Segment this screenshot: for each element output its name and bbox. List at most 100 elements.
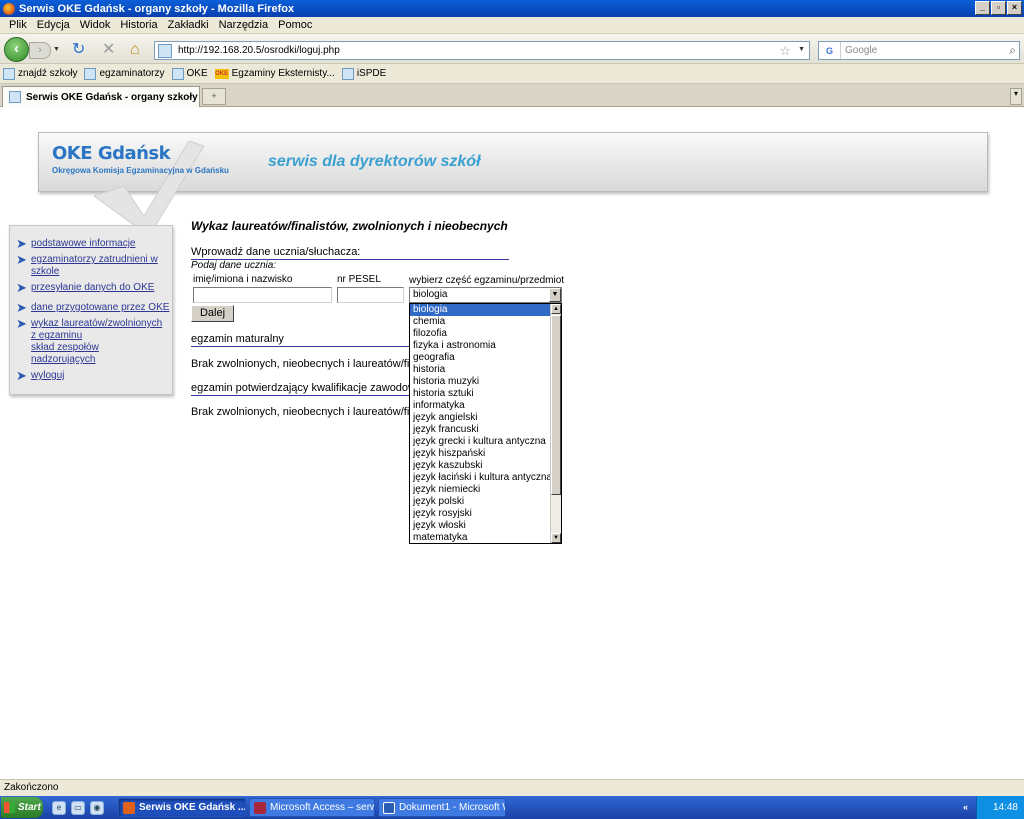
url-dropdown-icon[interactable]: ▼ xyxy=(798,46,805,53)
dropdown-option[interactable]: biologia xyxy=(410,304,551,316)
menu-narzedzia[interactable]: Narzędzia xyxy=(214,19,274,31)
part-label: wybierz część egzaminu/przedmiot xyxy=(409,275,565,286)
task-label: Microsoft Access – serwis... xyxy=(270,802,374,813)
name-label: imię/imiona i nazwisko xyxy=(193,274,293,285)
menu-plik[interactable]: Plik xyxy=(4,19,32,31)
back-arrow-icon: ‹ xyxy=(14,40,19,57)
selected-value: biologia xyxy=(413,289,448,300)
ie-icon[interactable]: e xyxy=(52,800,66,815)
dalej-button[interactable]: Dalej xyxy=(191,305,234,322)
minimize-button[interactable]: _ xyxy=(975,1,990,15)
dropdown-option[interactable]: język rosyjski xyxy=(410,508,551,520)
arrow-icon: ➤ xyxy=(16,252,27,267)
system-tray: 14:48 xyxy=(976,796,1024,819)
forward-button[interactable]: › xyxy=(29,42,51,59)
tab-serwis-oke[interactable]: Serwis OKE Gdańsk - organy szkoły xyxy=(2,86,200,107)
dropdown-option[interactable]: język kaszubski xyxy=(410,460,551,472)
name-input[interactable] xyxy=(193,287,332,303)
close-button[interactable]: × xyxy=(1007,1,1022,15)
dropdown-option[interactable]: język francuski xyxy=(410,424,551,436)
bookmark-oke[interactable]: OKE xyxy=(171,67,208,80)
sidebar-item-label: podstawowe informacje xyxy=(31,238,136,249)
firefox-quicklaunch-icon[interactable]: ◉ xyxy=(90,800,104,815)
dropdown-option[interactable]: matematyka xyxy=(410,532,551,543)
tab-list-button[interactable]: ▾ xyxy=(1010,88,1022,105)
back-button[interactable]: ‹ xyxy=(4,37,29,62)
dropdown-option[interactable]: język łaciński i kultura antyczna xyxy=(410,472,551,484)
task-word[interactable]: Dokument1 - Microsoft W... xyxy=(378,798,506,817)
tray-expand-icon[interactable]: « xyxy=(963,802,968,812)
sidebar-item-egzaminatorzy[interactable]: ➤ egzaminatorzy zatrudnieni w szkole xyxy=(16,252,166,278)
quick-launch: e ▭ ◉ xyxy=(52,800,104,815)
bookmark-egzaminy-eksternistyczne[interactable]: OKE Egzaminy Eksternisty... xyxy=(214,68,335,79)
site-favicon-icon xyxy=(158,43,172,58)
bookmark-icon xyxy=(84,67,97,80)
dropdown-option[interactable]: historia sztuki xyxy=(410,388,551,400)
menu-pomoc[interactable]: Pomoc xyxy=(273,19,317,31)
url-bar[interactable]: http://192.168.20.5/osrodki/loguj.php ☆ … xyxy=(154,41,810,60)
desktop-icon[interactable]: ▭ xyxy=(71,800,85,815)
scroll-thumb[interactable] xyxy=(551,315,561,495)
site-banner: OKE Gdańsk Okręgowa Komisja Egzaminacyjn… xyxy=(38,132,988,236)
exam-part-select[interactable]: biologia ▼ xyxy=(409,287,562,303)
firefox-icon xyxy=(123,801,135,814)
access-icon xyxy=(254,801,266,814)
home-icon[interactable]: ⌂ xyxy=(130,41,140,59)
maximize-button[interactable]: ▫ xyxy=(991,1,1006,15)
bookmark-label: znajdź szkoły xyxy=(18,68,78,79)
dropdown-option[interactable]: historia muzyki xyxy=(410,376,551,388)
dropdown-option[interactable]: język angielski xyxy=(410,412,551,424)
task-firefox[interactable]: Serwis OKE Gdańsk ... xyxy=(118,798,246,817)
dropdown-option[interactable]: geografia xyxy=(410,352,551,364)
sidebar-item-przesylanie-danych[interactable]: ➤ przesyłanie danych do OKE xyxy=(16,281,154,294)
dropdown-option[interactable]: język hiszpański xyxy=(410,448,551,460)
oke-logo-icon: OKE xyxy=(214,68,229,79)
reload-icon[interactable]: ↻ xyxy=(72,41,85,59)
bookmark-ispde[interactable]: iSPDE xyxy=(341,67,386,80)
dropdown-scrollbar[interactable]: ▲ ▼ xyxy=(550,304,561,543)
search-placeholder: Google xyxy=(845,45,878,56)
bookmark-star-icon[interactable]: ☆ xyxy=(779,43,791,59)
history-dropdown-icon[interactable]: ▼ xyxy=(53,46,60,53)
bookmark-icon xyxy=(3,67,15,80)
dropdown-option[interactable]: język polski xyxy=(410,496,551,508)
taskbar: Start e ▭ ◉ Serwis OKE Gdańsk ... Micros… xyxy=(0,796,1024,819)
bookmark-icon xyxy=(341,67,354,80)
section-title-egzamin-zawodowy: egzamin potwierdzający kwalifikacje zawo… xyxy=(191,382,423,394)
menu-edycja[interactable]: Edycja xyxy=(32,19,75,31)
arrow-icon: ➤ xyxy=(16,300,27,315)
task-label: Serwis OKE Gdańsk ... xyxy=(139,802,246,813)
pesel-input[interactable] xyxy=(337,287,404,303)
bookmark-egzaminatorzy[interactable]: egzaminatorzy xyxy=(84,67,165,80)
new-tab-button[interactable]: + xyxy=(202,88,226,105)
stop-icon[interactable]: ✕ xyxy=(102,41,115,59)
dropdown-option[interactable]: chemia xyxy=(410,316,551,328)
scroll-down-icon[interactable]: ▼ xyxy=(551,533,561,543)
select-dropdown-icon[interactable]: ▼ xyxy=(549,288,561,302)
dropdown-option[interactable]: język włoski xyxy=(410,520,551,532)
start-button[interactable]: Start xyxy=(1,797,43,818)
sidebar-item-dane-przygotowane[interactable]: ➤ dane przygotowane przez OKE xyxy=(16,300,169,315)
bookmark-znajdz-szkoly[interactable]: znajdź szkoły xyxy=(3,67,78,80)
dropdown-option[interactable]: filozofia xyxy=(410,328,551,340)
dropdown-option[interactable]: informatyka xyxy=(410,400,551,412)
dropdown-option[interactable]: historia xyxy=(410,364,551,376)
search-bar[interactable]: G Google ⌕ xyxy=(818,41,1020,60)
menu-zakladki[interactable]: Zakładki xyxy=(163,19,214,31)
menu-historia[interactable]: Historia xyxy=(115,19,162,31)
exam-part-dropdown-list: biologia chemia filozofia fizyka i astro… xyxy=(409,303,562,544)
scroll-up-icon[interactable]: ▲ xyxy=(551,304,561,314)
menu-widok[interactable]: Widok xyxy=(75,19,116,31)
dropdown-option[interactable]: język grecki i kultura antyczna xyxy=(410,436,551,448)
google-engine-icon[interactable]: G xyxy=(819,42,841,59)
sidebar-item-sklad-zespolow[interactable]: skład zespołów nadzorujących xyxy=(16,342,141,366)
sidebar-item-wyloguj[interactable]: ➤ wyloguj xyxy=(16,369,64,382)
page-content: OKE Gdańsk Okręgowa Komisja Egzaminacyjn… xyxy=(0,107,1024,779)
sidebar-item-wykaz-laureatow[interactable]: ➤ wykaz laureatów/zwolnionych z egzaminu xyxy=(16,317,166,342)
tab-bar: Serwis OKE Gdańsk - organy szkoły + ▾ xyxy=(0,84,1024,107)
dropdown-option[interactable]: fizyka i astronomia xyxy=(410,340,551,352)
sidebar-item-podstawowe-informacje[interactable]: ➤ podstawowe informacje xyxy=(16,237,136,250)
dropdown-option[interactable]: język niemiecki xyxy=(410,484,551,496)
search-icon[interactable]: ⌕ xyxy=(1009,43,1016,58)
task-access[interactable]: Microsoft Access – serwis... xyxy=(249,798,375,817)
